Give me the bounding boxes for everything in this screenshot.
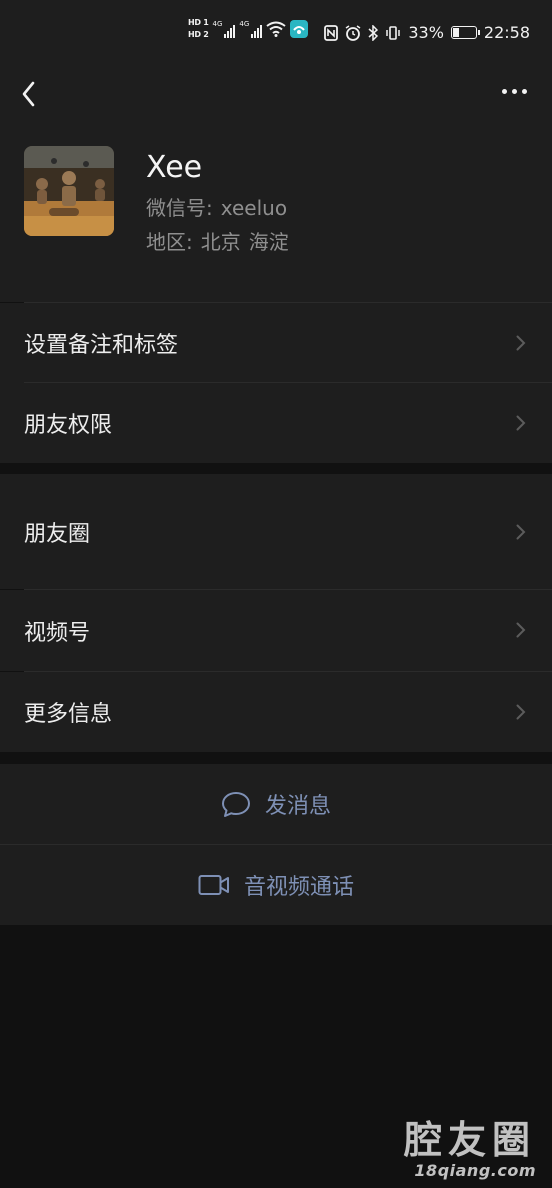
friend-permissions-row[interactable]: 朋友权限 — [0, 383, 552, 463]
signal-cluster: HD 1 HD 2 4G 4G — [188, 18, 309, 40]
net1-label: 4G — [212, 20, 223, 28]
chevron-right-icon — [516, 415, 526, 431]
profile-card: Xee 微信号: xeeluo 地区: 北京 海淀 — [0, 118, 552, 302]
wechat-id-value: xeeluo — [220, 196, 288, 220]
chevron-left-icon — [22, 81, 35, 107]
region-district: 海淀 — [248, 230, 289, 254]
hd2-label: HD 2 — [188, 30, 209, 39]
top-nav — [0, 66, 552, 118]
battery-icon — [450, 26, 480, 39]
back-button[interactable] — [16, 74, 46, 110]
channels-label: 视频号 — [24, 620, 91, 646]
send-message-label: 发消息 — [264, 794, 331, 819]
battery-percent: 33% — [408, 23, 444, 42]
nfc-icon — [324, 24, 339, 41]
watermark-site: 18qiang.com — [414, 1161, 536, 1180]
bluetooth-icon — [368, 24, 379, 41]
watermark: 腔友圈 18qiang.com — [404, 1118, 536, 1180]
signal-1-icon: 4G — [213, 20, 236, 38]
hd-indicators: HD 1 HD 2 — [188, 18, 209, 40]
friend-permissions-label: 朋友权限 — [24, 413, 113, 438]
video-call-label: 音视频通话 — [243, 875, 354, 900]
region-label: 地区: — [146, 230, 193, 254]
more-info-row[interactable]: 更多信息 — [0, 672, 552, 752]
remark-tags-label: 设置备注和标签 — [24, 333, 179, 358]
chat-bubble-icon — [221, 792, 250, 817]
watermark-title: 腔友圈 — [403, 1118, 536, 1162]
video-call-button[interactable]: 音视频通话 — [0, 845, 552, 925]
region-city: 北京 — [200, 230, 241, 254]
more-dot-icon — [511, 88, 517, 94]
contact-name: Xee — [146, 150, 203, 185]
battery-fill — [452, 28, 460, 37]
avatar[interactable] — [24, 146, 114, 236]
remark-tags-row[interactable]: 设置备注和标签 — [0, 303, 552, 383]
more-info-label: 更多信息 — [24, 702, 113, 727]
more-dot-icon — [501, 88, 507, 94]
wifi-icon — [266, 21, 286, 37]
vibrate-icon — [386, 25, 401, 40]
chevron-right-icon — [516, 335, 526, 351]
chevron-right-icon — [516, 704, 526, 720]
wechat-id-line: 微信号: xeeluo — [146, 194, 287, 222]
chevron-right-icon — [516, 622, 526, 638]
hd1-label: HD 1 — [188, 18, 209, 27]
avatar-image — [24, 146, 114, 236]
send-message-button[interactable]: 发消息 — [0, 764, 552, 844]
status-bar: HD 1 HD 2 4G 4G 33% 22:58 — [0, 0, 552, 66]
signal-2-icon: 4G — [239, 20, 263, 38]
moments-row[interactable]: 朋友圈 — [0, 474, 552, 589]
video-camera-icon — [198, 875, 229, 895]
moments-label: 朋友圈 — [24, 521, 91, 547]
clock: 22:58 — [483, 23, 530, 42]
net2-label: 4G — [239, 20, 250, 28]
region-line: 地区: 北京 海淀 — [146, 228, 289, 256]
channels-row[interactable]: 视频号 — [0, 590, 552, 671]
more-dot-icon — [521, 88, 527, 94]
alarm-icon — [345, 24, 361, 41]
more-button[interactable] — [498, 76, 530, 106]
chevron-right-icon — [516, 524, 526, 540]
hotspot-app-icon — [290, 20, 309, 38]
wechat-id-label: 微信号: — [146, 196, 213, 220]
status-right: 33% 22:58 — [324, 23, 530, 42]
